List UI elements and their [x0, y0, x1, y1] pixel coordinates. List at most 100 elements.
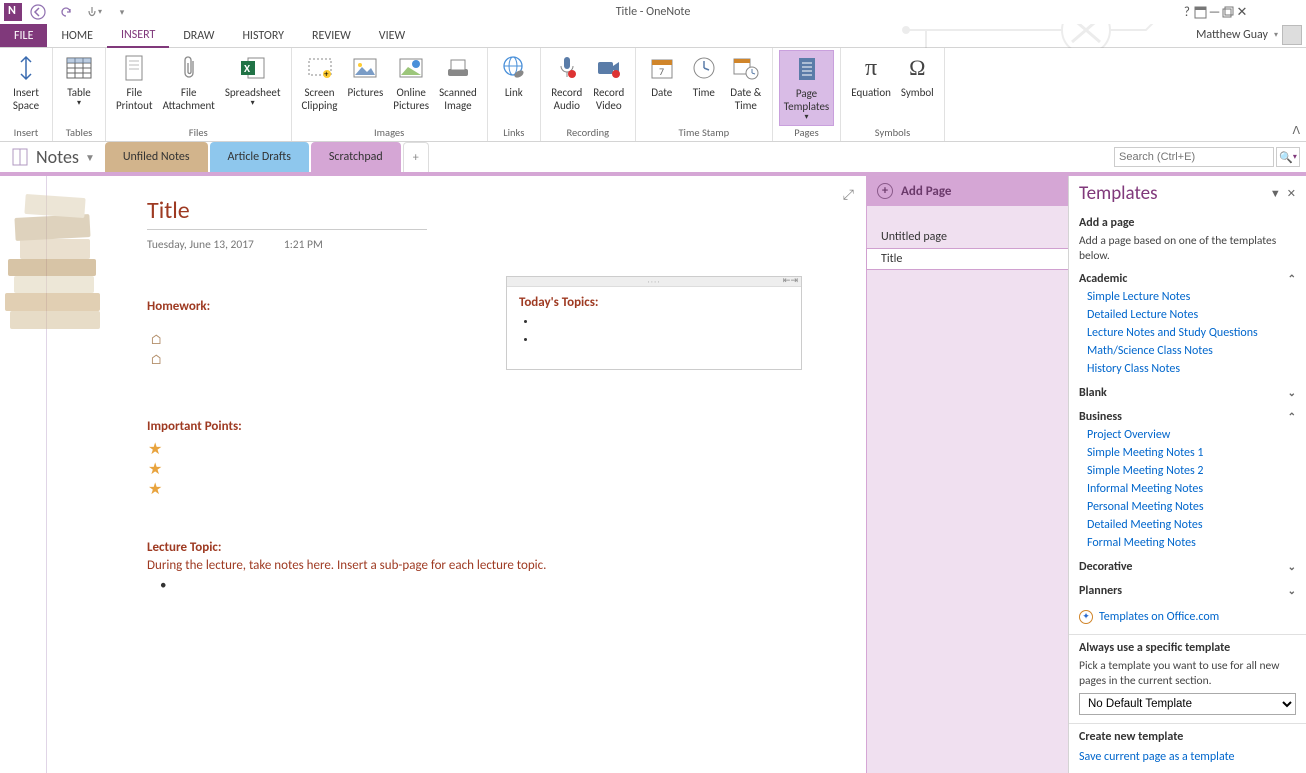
templates-office-link[interactable]: Templates on Office.com [1099, 608, 1219, 626]
link-button[interactable]: Link [494, 50, 534, 126]
save-as-template-link[interactable]: Save current page as a template [1079, 748, 1296, 766]
tab-insert[interactable]: INSERT [107, 24, 169, 48]
topics-bullet-1[interactable] [537, 314, 789, 332]
resize-arrows-icon[interactable]: ⇤⇥ [783, 275, 798, 286]
expand-page-icon[interactable]: ⤢ [843, 186, 854, 203]
house-tag-icon-1[interactable]: ⌂ [150, 331, 162, 348]
tab-review[interactable]: REVIEW [298, 24, 365, 47]
tpl-lecture-questions[interactable]: Lecture Notes and Study Questions [1087, 324, 1296, 342]
file-printout-button[interactable]: File Printout [112, 50, 157, 126]
ribbon: Insert Space Insert Table▾ Tables File P… [0, 48, 1306, 142]
user-avatar[interactable] [1282, 25, 1302, 45]
chevron-down-icon: ⌄ [1288, 584, 1296, 597]
topics-bullet-2[interactable] [537, 332, 789, 350]
restore-button[interactable] [1222, 1, 1234, 23]
tab-file[interactable]: FILE [0, 24, 47, 47]
page-item-untitled[interactable]: Untitled page [867, 226, 1068, 248]
back-button[interactable] [26, 1, 50, 23]
tpl-formal-meeting[interactable]: Formal Meeting Notes [1087, 534, 1296, 552]
section-tab-drafts[interactable]: Article Drafts [210, 142, 309, 172]
svg-text:X: X [244, 62, 251, 75]
user-name-label[interactable]: Matthew Guay [1196, 28, 1268, 42]
video-icon [593, 52, 625, 84]
tab-history[interactable]: HISTORY [228, 24, 298, 47]
notebook-selector[interactable]: Notes ▼ [0, 142, 105, 172]
full-page-view-button[interactable] [1194, 1, 1207, 23]
category-business[interactable]: Business⌃ [1079, 408, 1296, 426]
record-video-button[interactable]: Record Video [589, 50, 629, 126]
table-button[interactable]: Table▾ [59, 50, 99, 126]
spreadsheet-button[interactable]: XSpreadsheet▾ [221, 50, 285, 126]
star-tag-icon-1[interactable]: ★ [148, 439, 162, 459]
tpl-math-science[interactable]: Math/Science Class Notes [1087, 342, 1296, 360]
search-scope-button[interactable]: 🔍▾ [1276, 147, 1300, 167]
floating-note-container[interactable]: ∙∙∙∙ ⇤⇥ Today's Topics: [506, 276, 802, 370]
house-tag-icon-2[interactable]: ⌂ [150, 351, 162, 368]
star-tag-icon-3[interactable]: ★ [148, 479, 162, 499]
minimize-button[interactable]: — [1209, 1, 1221, 23]
pane-dropdown-button[interactable]: ▼ [1270, 187, 1281, 200]
date-button[interactable]: 7Date [642, 50, 682, 126]
page-canvas[interactable]: ⤢ Title Tuesday, June 13, 2017 1:21 PM H… [0, 176, 866, 773]
tpl-personal-meeting[interactable]: Personal Meeting Notes [1087, 498, 1296, 516]
tab-home[interactable]: HOME [47, 24, 107, 47]
add-page-button[interactable]: + Add Page [867, 176, 1068, 206]
floating-note-handle[interactable]: ∙∙∙∙ ⇤⇥ [507, 277, 801, 287]
star-tag-icon-2[interactable]: ★ [148, 459, 162, 479]
page-templates-button[interactable]: Page Templates▾ [779, 50, 834, 126]
page-title[interactable]: Title [147, 196, 427, 230]
qat-customize-button[interactable]: ▾ [110, 1, 134, 23]
close-button[interactable]: ✕ [1236, 1, 1247, 23]
screen-clipping-button[interactable]: +Screen Clipping [298, 50, 342, 126]
collapse-ribbon-button[interactable]: ᐱ [1292, 124, 1300, 137]
group-label-timestamp: Time Stamp [678, 126, 729, 141]
paperclip-icon [173, 52, 205, 84]
lecture-bullet[interactable]: • [160, 578, 166, 593]
tpl-project-overview[interactable]: Project Overview [1087, 426, 1296, 444]
lecture-body[interactable]: During the lecture, take notes here. Ins… [147, 558, 546, 573]
insert-space-button[interactable]: Insert Space [6, 50, 46, 126]
online-pictures-button[interactable]: Online Pictures [389, 50, 433, 126]
tpl-meeting-2[interactable]: Simple Meeting Notes 2 [1087, 462, 1296, 480]
record-audio-button[interactable]: Record Audio [547, 50, 587, 126]
category-decorative[interactable]: Decorative⌄ [1079, 558, 1296, 576]
tpl-meeting-1[interactable]: Simple Meeting Notes 1 [1087, 444, 1296, 462]
tpl-detailed-meeting[interactable]: Detailed Meeting Notes [1087, 516, 1296, 534]
symbol-button[interactable]: ΩSymbol [897, 50, 938, 126]
pane-close-button[interactable]: ✕ [1287, 187, 1296, 200]
heading-important[interactable]: Important Points: [147, 419, 242, 434]
search-input[interactable] [1114, 147, 1274, 167]
section-tab-unfiled[interactable]: Unfiled Notes [105, 142, 208, 172]
tab-view[interactable]: VIEW [365, 24, 419, 47]
time-button[interactable]: Time [684, 50, 724, 126]
default-template-select[interactable]: No Default Template [1079, 693, 1296, 715]
tpl-simple-lecture[interactable]: Simple Lecture Notes [1087, 288, 1296, 306]
drag-dots-icon: ∙∙∙∙ [648, 277, 661, 287]
category-planners[interactable]: Planners⌄ [1079, 582, 1296, 600]
scanned-image-button[interactable]: Scanned Image [435, 50, 481, 126]
group-label-links: Links [503, 126, 524, 141]
pictures-icon [349, 52, 381, 84]
category-academic[interactable]: Academic⌃ [1079, 270, 1296, 288]
category-blank[interactable]: Blank⌄ [1079, 384, 1296, 402]
touch-mode-button[interactable]: ▾ [82, 1, 106, 23]
heading-homework[interactable]: Homework: [147, 299, 210, 314]
tab-draw[interactable]: DRAW [169, 24, 228, 47]
tpl-history-notes[interactable]: History Class Notes [1087, 360, 1296, 378]
undo-button[interactable] [54, 1, 78, 23]
tpl-detailed-lecture[interactable]: Detailed Lecture Notes [1087, 306, 1296, 324]
help-button[interactable]: ? [1182, 1, 1192, 23]
section-tab-scratchpad[interactable]: Scratchpad [311, 142, 401, 172]
date-time-button[interactable]: Date & Time [726, 50, 766, 126]
heading-lecture[interactable]: Lecture Topic: [147, 540, 221, 555]
file-attachment-button[interactable]: File Attachment [159, 50, 219, 126]
page-date[interactable]: Tuesday, June 13, 2017 [147, 238, 254, 252]
add-section-button[interactable]: + [403, 142, 429, 172]
tpl-informal-meeting[interactable]: Informal Meeting Notes [1087, 480, 1296, 498]
page-item-title[interactable]: Title [866, 248, 1068, 270]
pictures-button[interactable]: Pictures [343, 50, 387, 126]
equation-button[interactable]: πEquation [847, 50, 895, 126]
heading-todays-topics[interactable]: Today's Topics: [519, 295, 789, 310]
group-label-symbols: Symbols [875, 126, 910, 141]
page-time[interactable]: 1:21 PM [284, 238, 323, 252]
